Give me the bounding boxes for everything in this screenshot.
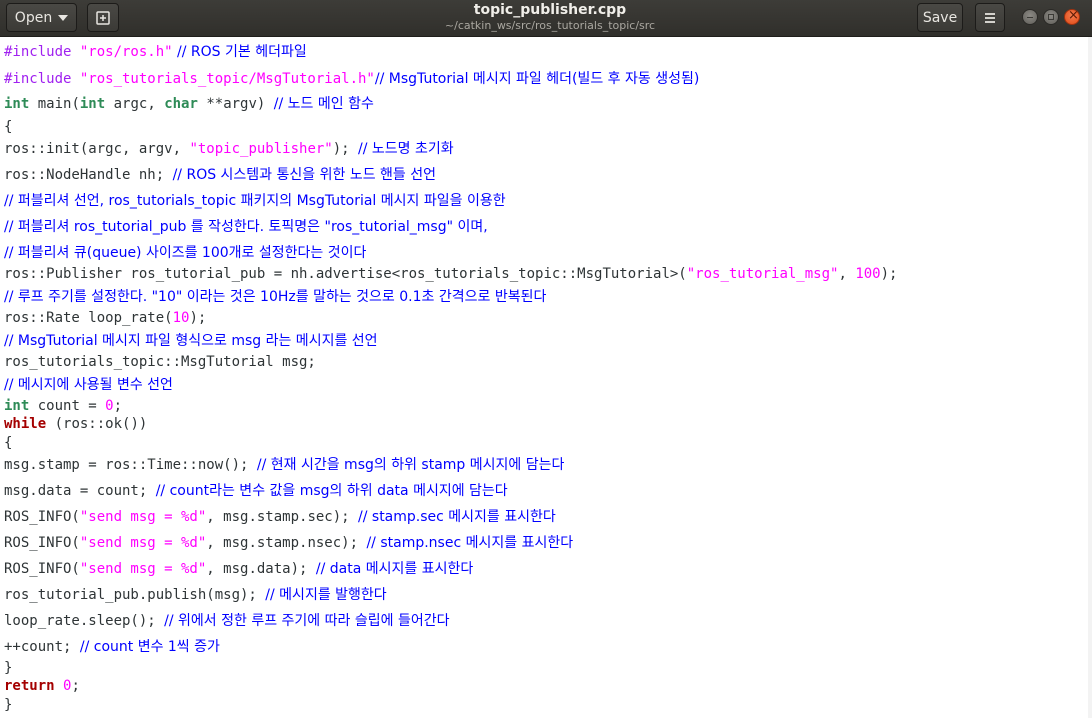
- vertical-scrollbar[interactable]: [1088, 37, 1092, 718]
- chevron-down-icon: [58, 14, 69, 21]
- code-line: ros::init(argc, argv, "topic_publisher")…: [4, 141, 454, 157]
- code-line: // 퍼블리셔 선언, ros_tutorials_topic 패키지의 Msg…: [4, 193, 506, 209]
- code-line: // 메시지에 사용될 변수 선언: [4, 377, 173, 393]
- header-bar: Open topic_publisher.cpp ~/catkin_ws/src…: [0, 0, 1092, 37]
- code-line: ros_tutorials_topic::MsgTutorial msg;: [4, 354, 316, 370]
- code-editor[interactable]: #include "ros/ros.h" // ROS 기본 헤더파일 #inc…: [0, 37, 1092, 718]
- open-button[interactable]: Open: [6, 3, 77, 32]
- code-line: ++count; // count 변수 1씩 증가: [4, 639, 220, 655]
- code-line: {: [4, 435, 13, 451]
- code-line: // 루프 주기를 설정한다. "10" 이라는 것은 10Hz를 말하는 것으…: [4, 289, 547, 305]
- new-document-icon: [96, 10, 110, 25]
- code-line: ROS_INFO("send msg = %d", msg.stamp.nsec…: [4, 535, 574, 551]
- open-button-label: Open: [14, 9, 53, 26]
- code-line: // 퍼블리셔 ros_tutorial_pub 를 작성한다. 토픽명은 "r…: [4, 219, 488, 235]
- hamburger-menu-button[interactable]: [975, 3, 1005, 32]
- code-line: msg.data = count; // count라는 변수 값을 msg의 …: [4, 483, 508, 499]
- save-button[interactable]: Save: [917, 3, 963, 32]
- hamburger-icon: [985, 12, 995, 23]
- code-line: ros_tutorial_pub.publish(msg); // 메시지를 발…: [4, 587, 387, 603]
- window-title: topic_publisher.cpp ~/catkin_ws/src/ros_…: [330, 2, 770, 33]
- code-line: loop_rate.sleep(); // 위에서 정한 루프 주기에 따라 슬…: [4, 613, 450, 629]
- code-line: #include "ros_tutorials_topic/MsgTutoria…: [4, 71, 700, 87]
- file-name: topic_publisher.cpp: [473, 2, 627, 18]
- code-line: int main(int argc, char **argv) // 노드 메인…: [4, 96, 374, 112]
- code-line: // 퍼블리셔 큐(queue) 사이즈를 100개로 설정한다는 것이다: [4, 245, 367, 261]
- code-line: while (ros::ok()): [4, 416, 148, 432]
- new-document-button[interactable]: [87, 3, 119, 32]
- close-icon[interactable]: [1064, 8, 1080, 25]
- code-line: }: [4, 697, 13, 713]
- code-line: ros::Rate loop_rate(10);: [4, 310, 207, 326]
- code-line: msg.stamp = ros::Time::now(); // 현재 시간을 …: [4, 457, 565, 473]
- code-line: ROS_INFO("send msg = %d", msg.stamp.sec)…: [4, 509, 556, 525]
- file-path: ~/catkin_ws/src/ros_tutorials_topic/src: [444, 19, 656, 32]
- code-line: ros::Publisher ros_tutorial_pub = nh.adv…: [4, 266, 898, 282]
- code-line: }: [4, 660, 13, 676]
- code-line: return 0;: [4, 678, 80, 694]
- code-line: ROS_INFO("send msg = %d", msg.data); // …: [4, 561, 474, 577]
- code-line: {: [4, 119, 13, 135]
- code-line: ros::NodeHandle nh; // ROS 시스템과 통신을 위한 노…: [4, 167, 436, 183]
- code-line: #include "ros/ros.h" // ROS 기본 헤더파일: [4, 44, 307, 60]
- code-line: int count = 0;: [4, 398, 123, 414]
- code-line: // MsgTutorial 메시지 파일 형식으로 msg 라는 메시지를 선…: [4, 333, 378, 349]
- minimize-icon[interactable]: [1022, 9, 1038, 25]
- maximize-icon[interactable]: [1043, 9, 1059, 25]
